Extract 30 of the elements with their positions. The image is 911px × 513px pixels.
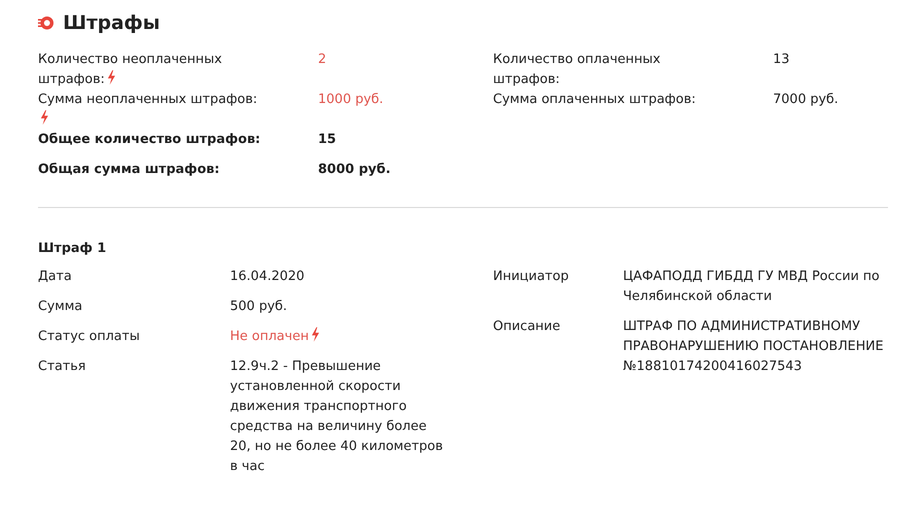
summary-value: 2	[318, 51, 328, 69]
summary-label: Сумма неоплаченных штрафов:	[38, 90, 273, 130]
lightning-icon	[106, 70, 116, 85]
summary-value: 8000 руб.	[318, 161, 392, 179]
summary-value: 15	[318, 131, 338, 149]
field-value: Не оплачен	[230, 327, 445, 347]
field-value: ШТРАФ ПО АДМИНИСТРАТИВНОМУ ПРАВОНАРУШЕНИЮ ПОСТАНОВЛЕНИЕ №18810174200416027543	[623, 318, 884, 376]
summary-value: 7000 руб.	[773, 91, 840, 109]
field-value: 12.9ч.2 - Превышение установленной скорости движения транспортного средства на величину более 20, но не более 40 километров в час	[230, 358, 444, 476]
field-label: Дата	[38, 268, 73, 286]
lightning-icon	[40, 110, 49, 125]
page-title: Штрафы	[63, 12, 160, 34]
field-label: Описание	[493, 318, 562, 336]
summary-value: 1000 руб.	[318, 91, 384, 109]
field-value: 16.04.2020	[230, 268, 306, 286]
field-value: 500 руб.	[230, 298, 288, 316]
field-label: Сумма	[38, 298, 84, 316]
field-label: Инициатор	[493, 268, 570, 286]
field-label: Статус оплаты	[38, 328, 141, 346]
summary-label: Общая сумма штрафов:	[38, 161, 221, 179]
summary-value: 13	[773, 51, 791, 69]
summary-label: Общее количество штрафов:	[38, 131, 262, 149]
field-value: ЦАФАПОДД ГИБДД ГУ МВД России по Челябинской области	[623, 268, 881, 306]
summary-label: Сумма оплаченных штрафов:	[493, 91, 697, 109]
field-label: Статья	[38, 358, 87, 376]
summary-label: Количество неоплаченных штрафов:	[38, 51, 223, 89]
lightning-icon	[310, 327, 320, 342]
summary-label: Количество оплаченных штрафов:	[493, 51, 662, 89]
fine-title: Штраф 1	[38, 240, 108, 258]
fine-icon	[38, 16, 55, 30]
